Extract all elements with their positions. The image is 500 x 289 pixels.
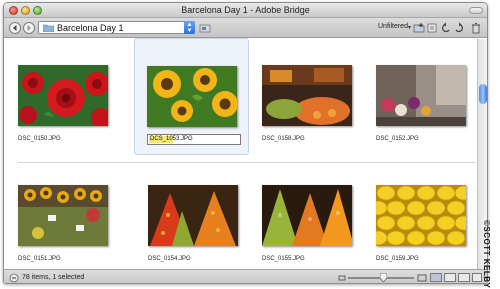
thumbnail-cell[interactable]: DSC_0155.JPG: [248, 165, 363, 275]
path-toolbar: Barcelona Day 1 ▲ ▼ Unfiltered ▾: [4, 18, 487, 38]
row-divider: [18, 162, 476, 163]
rating-dots[interactable]: •••••: [180, 121, 201, 127]
thumbnail-image[interactable]: [148, 185, 238, 246]
thumbnail-filename[interactable]: DSC_0152.JPG: [376, 136, 419, 142]
title-bar: Barcelona Day 1 - Adobe Bridge: [4, 3, 487, 18]
panel-toggle-icon[interactable]: [9, 273, 19, 283]
path-dropdown[interactable]: Barcelona Day 1 ▲ ▼: [38, 21, 195, 34]
zoom-out-icon[interactable]: [338, 274, 346, 282]
item-count: 78 items, 1 selected: [22, 274, 85, 281]
new-folder-icon[interactable]: [413, 22, 425, 34]
thumbnail-filename[interactable]: DSC_0155.JPG: [262, 256, 305, 262]
open-recent-icon[interactable]: [426, 22, 438, 34]
toolbar-toggle-button[interactable]: [469, 7, 483, 14]
thumbnail-filename[interactable]: DSC_0158.JPG: [262, 136, 305, 142]
thumbnail-cell[interactable]: DSC_0154.JPG: [134, 165, 249, 275]
slider-knob[interactable]: [380, 273, 387, 282]
status-bar: 78 items, 1 selected: [4, 269, 487, 283]
filmstrip-view-button[interactable]: [472, 273, 482, 282]
rotate-left-icon[interactable]: [440, 22, 452, 34]
thumbnail-filename[interactable]: DSC_0150.JPG: [18, 136, 61, 142]
grid-view-button[interactable]: [430, 273, 442, 282]
back-arrow-icon[interactable]: [9, 22, 21, 34]
reveal-icon[interactable]: [199, 22, 211, 34]
thumbnail-image[interactable]: [262, 65, 352, 126]
thumbnail-image[interactable]: [18, 185, 108, 246]
list-view-button[interactable]: [458, 273, 470, 282]
thumbnail-filename[interactable]: DSC_0151.JPG: [18, 256, 61, 262]
filename-rename-field[interactable]: DCS_1053.JPG: [147, 134, 241, 145]
forward-arrow-icon[interactable]: [23, 22, 35, 34]
thumbnail-image[interactable]: [376, 185, 466, 246]
thumbnail-cell[interactable]: DSC_0152.JPG: [362, 45, 477, 155]
chevron-down-icon[interactable]: ▾: [408, 24, 411, 31]
thumbnail-cell-selected[interactable]: ••••• DCS_1053.JPG: [134, 38, 249, 155]
bridge-window: Barcelona Day 1 - Adobe Bridge Barcelona…: [3, 2, 488, 284]
filename-selected-part: DCS_1053: [150, 136, 180, 142]
thumbnail-cell[interactable]: DSC_0151.JPG: [4, 165, 119, 275]
filter-menu[interactable]: Unfiltered: [378, 23, 408, 30]
filename-extension: .JPG: [179, 136, 193, 142]
trash-icon[interactable]: [470, 22, 482, 34]
rotate-right-icon[interactable]: [453, 22, 465, 34]
thumbnail-filename[interactable]: DSC_0159.JPG: [376, 256, 419, 262]
content-panel: DSC_0150.JPG ••••• DCS_1053.JPG DSC_0158…: [4, 38, 477, 269]
path-label: Barcelona Day 1: [57, 23, 124, 33]
thumbnail-image[interactable]: [262, 185, 352, 246]
thumbnail-image[interactable]: [376, 65, 466, 126]
thumbnail-image[interactable]: [147, 66, 237, 127]
thumbnail-image[interactable]: [18, 65, 108, 126]
thumbnail-filename[interactable]: DSC_0154.JPG: [148, 256, 191, 262]
folder-icon: [43, 24, 54, 32]
details-view-button[interactable]: [444, 273, 456, 282]
copyright-watermark: ©SCOTT KELBY: [482, 220, 491, 289]
thumbnail-cell[interactable]: DSC_0158.JPG: [248, 45, 363, 155]
thumbnail-cell[interactable]: DSC_0150.JPG: [4, 45, 119, 155]
scrollbar-thumb[interactable]: [479, 84, 487, 104]
chevron-down-icon[interactable]: ▲ ▼: [184, 21, 195, 34]
window-title: Barcelona Day 1 - Adobe Bridge: [181, 5, 310, 15]
zoom-in-icon[interactable]: [417, 273, 427, 283]
thumbnail-cell[interactable]: DSC_0159.JPG: [362, 165, 477, 275]
